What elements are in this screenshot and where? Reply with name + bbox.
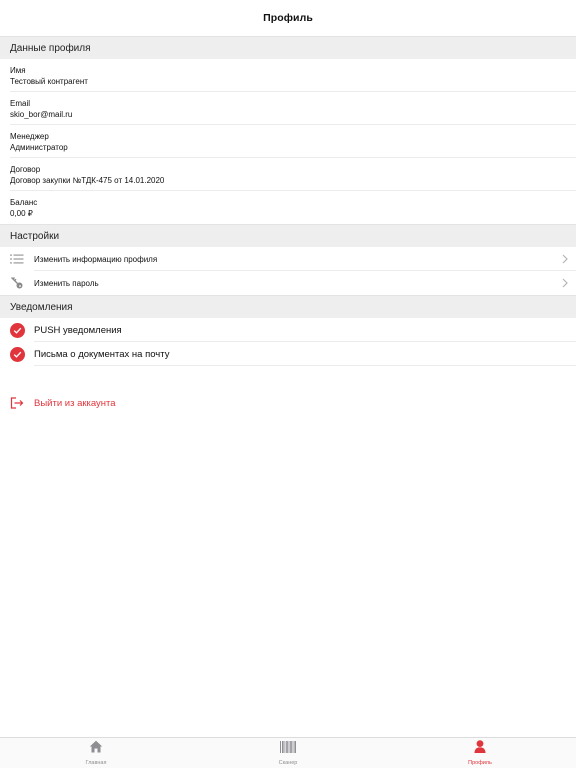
section-header-notifications: Уведомления — [0, 295, 576, 318]
profile-field-contract: Договор Договор закупки №ТДК-475 от 14.0… — [0, 158, 576, 191]
logout-label: Выйти из аккаунта — [34, 397, 116, 409]
document-emails-toggle[interactable]: Письма о документах на почту — [0, 342, 576, 366]
change-password-row[interactable]: Изменить пароль — [0, 271, 576, 295]
tab-label: Главная — [85, 760, 107, 766]
navigation-bar: Профиль — [0, 0, 576, 36]
field-label: Менеджер — [10, 132, 49, 141]
change-password-label: Изменить пароль — [34, 278, 99, 288]
list-icon — [0, 254, 34, 264]
checkmark-icon[interactable] — [0, 322, 34, 338]
document-emails-label: Письма о документах на почту — [34, 348, 170, 360]
tab-label: Сканер — [278, 760, 298, 766]
field-label: Баланс — [10, 198, 38, 207]
page-title: Профиль — [263, 12, 313, 24]
tab-home[interactable]: Главная — [0, 738, 192, 768]
checkmark-icon[interactable] — [0, 346, 34, 362]
field-value: Тестовый контрагент — [10, 77, 88, 86]
tab-bar: Главная Сканер Профиль — [0, 737, 576, 768]
profile-field-name: Имя Тестовый контрагент — [0, 59, 576, 92]
home-icon — [89, 740, 103, 758]
field-value: Договор закупки №ТДК-475 от 14.01.2020 — [10, 176, 165, 185]
profile-field-manager: Менеджер Администратор — [0, 125, 576, 158]
field-label: Имя — [10, 66, 26, 75]
profile-field-email: Email skio_bor@mail.ru — [0, 92, 576, 125]
field-value: Администратор — [10, 143, 68, 152]
edit-profile-label: Изменить информацию профиля — [34, 254, 158, 264]
chevron-right-icon — [554, 278, 576, 288]
edit-profile-row[interactable]: Изменить информацию профиля — [0, 247, 576, 271]
tab-scanner[interactable]: Сканер — [192, 738, 384, 768]
push-notifications-toggle[interactable]: PUSH уведомления — [0, 318, 576, 342]
section-header-profile: Данные профиля — [0, 36, 576, 59]
barcode-icon — [280, 740, 296, 758]
field-label: Email — [10, 99, 31, 108]
logout-button[interactable]: Выйти из аккаунта — [0, 393, 116, 413]
key-icon — [0, 276, 34, 290]
tab-profile[interactable]: Профиль — [384, 738, 576, 768]
push-notifications-label: PUSH уведомления — [34, 324, 122, 336]
chevron-right-icon — [554, 254, 576, 264]
tab-label: Профиль — [468, 760, 492, 766]
section-header-settings: Настройки — [0, 224, 576, 247]
logout-icon — [0, 397, 34, 409]
profile-field-balance: Баланс 0,00 ₽ — [0, 191, 576, 224]
field-label: Договор — [10, 165, 41, 174]
person-icon — [474, 740, 486, 758]
field-value: 0,00 ₽ — [10, 209, 33, 218]
field-value: skio_bor@mail.ru — [10, 110, 73, 119]
